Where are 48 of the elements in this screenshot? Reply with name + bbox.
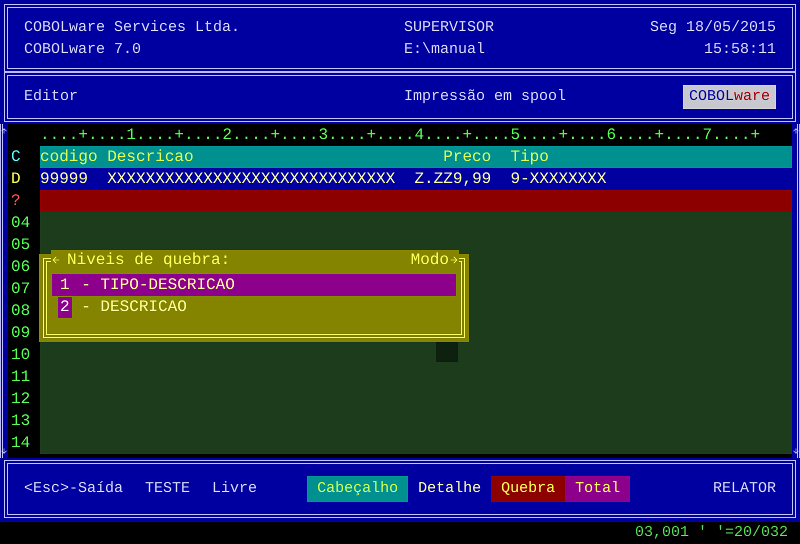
row-label: ?: [10, 190, 22, 212]
section-tab[interactable]: Quebra: [491, 476, 566, 502]
row-label: 07: [10, 278, 32, 300]
row-field: 9-XXXXXXXX: [491, 168, 792, 190]
row-field: 99999: [40, 168, 108, 190]
directory-path: E:\manual: [404, 40, 486, 60]
row-field: Tipo: [491, 146, 792, 168]
column-ruler: ....+....1....+....2....+....3....+....4....+....5....+....6....+....7....+: [40, 124, 760, 146]
row-label: 04: [10, 212, 32, 234]
module-name: Editor: [24, 86, 80, 107]
function-key[interactable]: TESTE: [145, 478, 190, 500]
function-key[interactable]: Livre: [212, 478, 258, 500]
row-field: codigo: [40, 146, 108, 168]
break-level-item[interactable]: 1 - TIPO-DESCRICAO: [52, 274, 456, 296]
report-name: RELATOR: [712, 478, 776, 499]
left-arrow-icon[interactable]: [51, 254, 61, 266]
brand-badge: COBOLware: [682, 84, 776, 110]
row-label: 14: [10, 432, 32, 454]
row-label: 11: [10, 366, 32, 388]
row-label: 05: [10, 234, 32, 256]
report-row[interactable]: 99999 XXXXXXXXXXXXXXXXXXXXXXXXXXXXXX Z.ZZ9,99 9-XXXXXXXX: [40, 168, 792, 190]
row-label: 09: [10, 322, 32, 344]
screen-title: Impressão em spool: [404, 86, 568, 107]
scrollbar[interactable]: [0, 124, 8, 458]
row-label: 13: [10, 410, 32, 432]
function-key[interactable]: <Esc>-Saída: [24, 478, 124, 500]
row-label: C: [10, 146, 22, 168]
break-level-item[interactable]: 2 - DESCRICAO: [52, 296, 456, 318]
dialog-title: Niveis de quebra:: [67, 250, 230, 270]
product-version: COBOLware 7.0: [24, 40, 142, 60]
row-label: D: [10, 168, 22, 190]
row-field: Z.ZZ9,99: [414, 168, 492, 190]
scrollbar[interactable]: [792, 124, 800, 458]
time-text: 15:58:11: [704, 40, 776, 60]
row-field: Descricao: [107, 146, 414, 168]
row-label: 10: [10, 344, 32, 366]
row-label: 08: [10, 300, 32, 322]
user-name: SUPERVISOR: [404, 18, 496, 38]
row-field: XXXXXXXXXXXXXXXXXXXXXXXXXXXXXX: [107, 168, 414, 190]
company-name: COBOLware Services Ltda.: [24, 18, 242, 38]
row-label: 06: [10, 256, 32, 278]
date-text: Seg 18/05/2015: [650, 18, 776, 38]
right-arrow-icon[interactable]: [449, 254, 459, 266]
cursor-position: 03,001 ' '=20/032: [634, 522, 788, 543]
row-label: 12: [10, 388, 32, 410]
row-field: Preco: [443, 146, 492, 168]
section-tab[interactable]: Total: [565, 476, 630, 502]
mode-label[interactable]: Modo: [410, 250, 449, 270]
